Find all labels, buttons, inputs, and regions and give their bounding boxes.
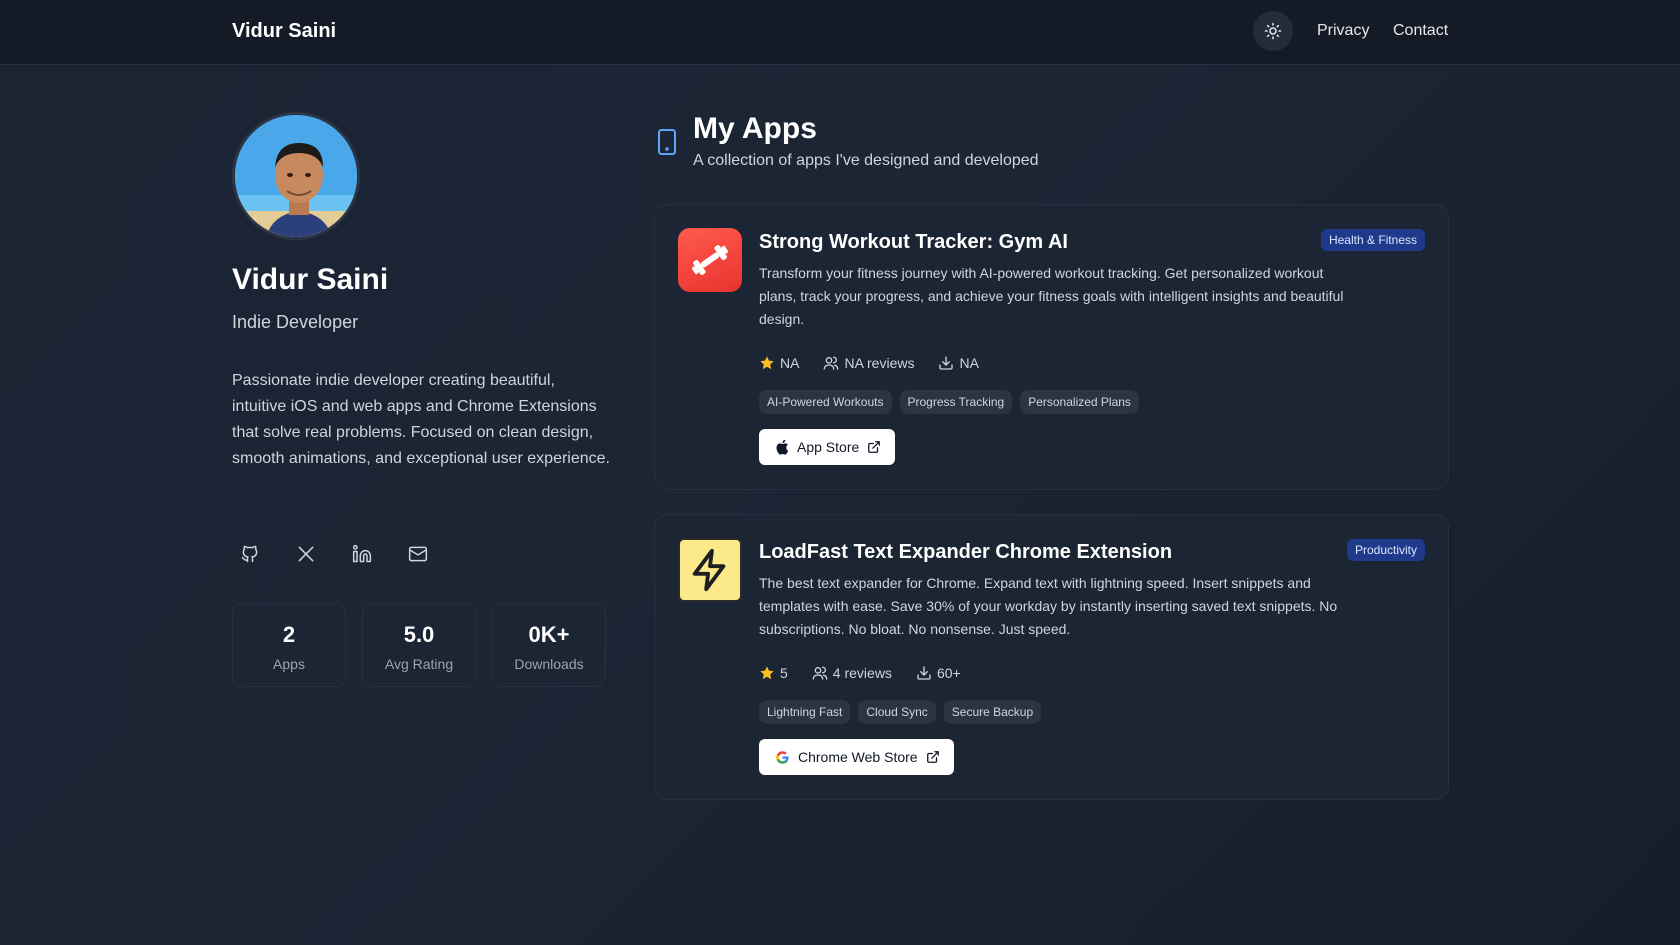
store-label: App Store: [797, 439, 860, 455]
download-icon: [917, 666, 931, 680]
stat-label: Downloads: [514, 656, 584, 672]
profile-bio: Passionate indie developer creating beau…: [232, 372, 610, 467]
apple-icon: [776, 439, 789, 455]
stat-label: Avg Rating: [384, 656, 454, 672]
feature-tag: Progress Tracking: [899, 390, 1013, 414]
stat-value: 0K+: [528, 622, 570, 647]
feature-tag: Personalized Plans: [1020, 390, 1139, 414]
x-icon: [298, 546, 314, 562]
feature-tag: Cloud Sync: [858, 700, 936, 724]
dumbbell-icon: [691, 245, 729, 275]
feature-tags: Lightning Fast Cloud Sync Secure Backup: [759, 700, 1042, 724]
linkedin-link[interactable]: [344, 536, 380, 572]
google-icon: [776, 750, 789, 764]
nav-privacy-link[interactable]: Privacy: [1317, 22, 1369, 40]
app-metrics: 5 4 reviews 60+: [759, 665, 961, 681]
nav-contact-link[interactable]: Contact: [1393, 22, 1448, 40]
users-icon: [812, 666, 828, 680]
chrome-web-store-button[interactable]: Chrome Web Store: [759, 739, 954, 775]
stat-apps: 2 Apps: [232, 603, 346, 687]
app-title[interactable]: Strong Workout Tracker: Gym AI: [759, 231, 1068, 254]
reviews-value: NA reviews: [844, 355, 915, 371]
stat-value: 2: [282, 622, 296, 647]
lightning-icon: [692, 548, 726, 592]
category-badge: Health & Fitness: [1320, 229, 1425, 251]
rating-value: NA: [780, 355, 800, 371]
app-icon: [678, 228, 742, 292]
category-badge: Productivity: [1346, 539, 1425, 561]
x-link[interactable]: [288, 536, 324, 572]
reviews-metric: 4 reviews: [812, 665, 892, 681]
site-brand[interactable]: Vidur Saini: [232, 20, 336, 43]
users-icon: [824, 356, 839, 370]
profile-role: Indie Developer: [232, 312, 359, 332]
sun-icon: [1264, 22, 1282, 40]
top-navbar: Vidur Saini Privacy Contact: [0, 0, 1680, 65]
apps-section-subtitle: A collection of apps I've designed and d…: [693, 152, 1039, 169]
rating-metric: NA: [759, 355, 799, 371]
app-card: LoadFast Text Expander Chrome Extension …: [654, 514, 1449, 800]
feature-tag: Lightning Fast: [759, 700, 851, 724]
rating-metric: 5: [759, 665, 788, 681]
reviews-metric: NA reviews: [823, 355, 914, 371]
feature-tag: Secure Backup: [943, 700, 1042, 724]
stat-downloads: 0K+ Downloads: [492, 603, 606, 687]
reviews-value: 4 reviews: [832, 665, 892, 681]
avatar: [232, 112, 360, 240]
feature-tag: AI-Powered Workouts: [759, 390, 892, 414]
smartphone-icon: [658, 129, 676, 155]
external-link-icon: [926, 751, 939, 763]
downloads-value: 60+: [936, 665, 961, 681]
email-link[interactable]: [400, 536, 436, 572]
app-metrics: NA NA reviews NA: [759, 355, 979, 371]
profile-stats: 2 Apps 5.0 Avg Rating 0K+ Downloads: [232, 603, 606, 687]
mail-icon: [408, 546, 428, 562]
downloads-value: NA: [959, 355, 979, 371]
store-label: Chrome Web Store: [798, 749, 918, 765]
downloads-metric: 60+: [916, 665, 961, 681]
downloads-metric: NA: [938, 355, 979, 371]
app-title[interactable]: LoadFast Text Expander Chrome Extension: [759, 541, 1172, 564]
app-description: The best text expander for Chrome. Expan…: [759, 575, 1338, 637]
rating-value: 5: [780, 665, 788, 681]
profile-name: Vidur Saini: [232, 263, 389, 296]
download-icon: [939, 356, 954, 370]
github-icon: [241, 545, 258, 563]
app-icon: [678, 538, 742, 602]
app-description: Transform your fitness journey with AI-p…: [759, 265, 1344, 327]
feature-tags: AI-Powered Workouts Progress Tracking Pe…: [759, 390, 1139, 414]
linkedin-icon: [352, 544, 372, 563]
app-store-button[interactable]: App Store: [759, 429, 896, 465]
apps-section-title: My Apps: [693, 112, 817, 145]
external-link-icon: [868, 441, 881, 453]
stat-avg-rating: 5.0 Avg Rating: [362, 603, 476, 687]
stat-label: Apps: [273, 656, 305, 672]
stat-value: 5.0: [403, 622, 435, 647]
star-icon: [760, 666, 774, 680]
github-link[interactable]: [232, 536, 268, 572]
theme-toggle-button[interactable]: [1253, 11, 1293, 51]
social-links: [232, 536, 436, 572]
app-card: Strong Workout Tracker: Gym AI Health & …: [654, 204, 1449, 490]
star-icon: [760, 356, 774, 370]
